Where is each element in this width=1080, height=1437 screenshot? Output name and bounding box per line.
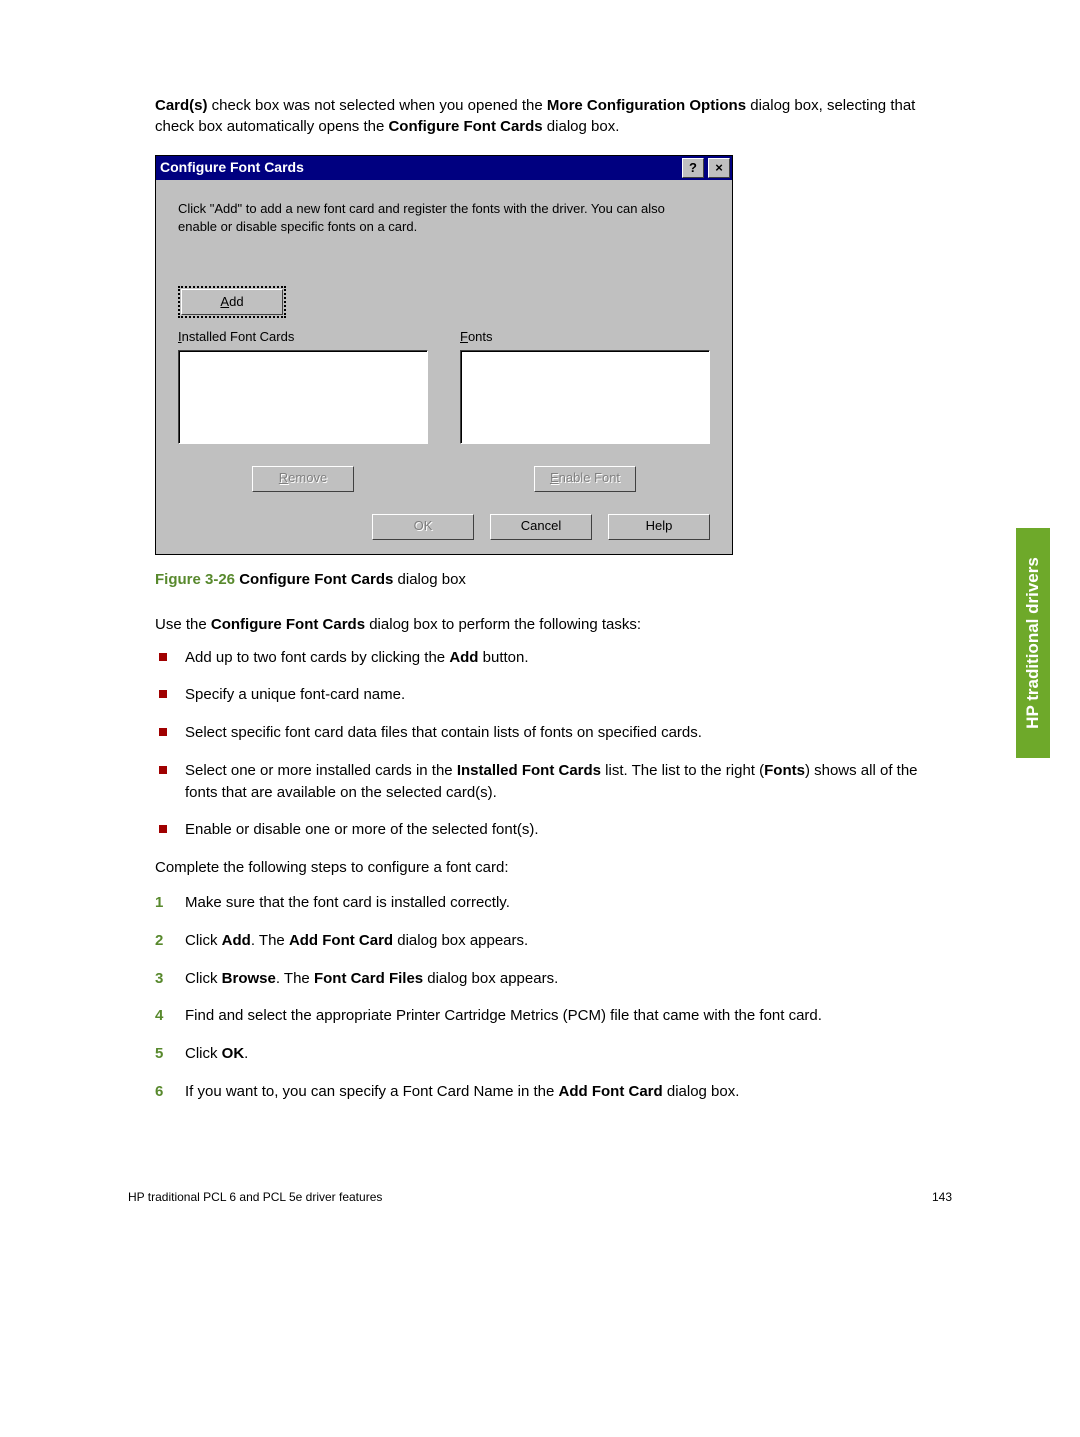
ok-button-label: OK <box>414 517 433 535</box>
titlebar-help-button[interactable]: ? <box>682 158 704 178</box>
bullet-text: Select one or more installed cards in th… <box>185 762 457 779</box>
bullet-bold: Installed Font Cards <box>457 762 601 779</box>
chapter-side-tab: HP traditional drivers <box>1016 528 1050 758</box>
step-text: Make sure that the font card is installe… <box>185 894 510 911</box>
step-text: Find and select the appropriate Printer … <box>185 1007 822 1024</box>
fonts-listbox[interactable] <box>460 350 710 444</box>
figure-caption: Figure 3-26 Configure Font Cards dialog … <box>155 569 925 590</box>
question-icon: ? <box>689 159 697 177</box>
enable-font-button[interactable]: Enable Font <box>534 466 636 492</box>
dialog-description: Click "Add" to add a new font card and r… <box>178 200 698 236</box>
bullet-text: Select specific font card data files tha… <box>185 724 702 741</box>
help-button[interactable]: Help <box>608 514 710 540</box>
step-text: dialog box appears. <box>393 932 528 949</box>
list-item: Specify a unique font-card name. <box>155 684 925 706</box>
configure-font-cards-dialog: Configure Font Cards ? × Click "Add" to … <box>155 155 733 555</box>
step-text: dialog box appears. <box>423 970 558 987</box>
list-item: Select specific font card data files tha… <box>155 722 925 744</box>
steps-list: Make sure that the font card is installe… <box>155 892 925 1103</box>
figure-caption-rest: dialog box <box>393 571 466 588</box>
step-item: Find and select the appropriate Printer … <box>155 1005 925 1027</box>
tasks-lead-bold: Configure Font Cards <box>211 616 365 633</box>
step-text: . The <box>276 970 314 987</box>
side-tab-label: HP traditional drivers <box>1023 557 1043 729</box>
ok-button[interactable]: OK <box>372 514 474 540</box>
step-text: . The <box>251 932 289 949</box>
remove-button[interactable]: Remove <box>252 466 354 492</box>
step-item: Make sure that the font card is installe… <box>155 892 925 914</box>
enable-font-button-label: Enable Font <box>550 469 620 487</box>
step-text: dialog box. <box>663 1083 740 1100</box>
cancel-button[interactable]: Cancel <box>490 514 592 540</box>
titlebar-close-button[interactable]: × <box>708 158 730 178</box>
focus-ring: Add <box>178 286 286 318</box>
step-bold: Add Font Card <box>289 932 393 949</box>
figure-caption-bold: Configure Font Cards <box>239 571 393 588</box>
step-text: . <box>244 1045 248 1062</box>
bullet-text: button. <box>478 649 528 666</box>
installed-font-cards-label: Installed Font Cards <box>178 328 428 346</box>
cancel-button-label: Cancel <box>521 517 561 535</box>
list-item: Select one or more installed cards in th… <box>155 760 925 804</box>
step-text: Click <box>185 1045 222 1062</box>
step-item: Click Add. The Add Font Card dialog box … <box>155 930 925 952</box>
step-bold: Add Font Card <box>559 1083 663 1100</box>
dialog-title: Configure Font Cards <box>160 158 304 178</box>
bullet-text: Add up to two font cards by clicking the <box>185 649 449 666</box>
step-bold: Add <box>222 932 251 949</box>
installed-font-cards-listbox[interactable] <box>178 350 428 444</box>
step-item: If you want to, you can specify a Font C… <box>155 1081 925 1103</box>
step-text: Click <box>185 932 222 949</box>
intro-bold-3: Configure Font Cards <box>388 118 542 135</box>
intro-bold-1: Card(s) <box>155 97 208 114</box>
steps-lead: Complete the following steps to configur… <box>155 857 925 878</box>
step-item: Click Browse. The Font Card Files dialog… <box>155 968 925 990</box>
intro-text-3: dialog box. <box>543 118 620 135</box>
add-button-label: Add <box>220 293 243 311</box>
remove-button-label: Remove <box>279 469 327 487</box>
bullet-text: list. The list to the right ( <box>601 762 764 779</box>
list-item: Add up to two font cards by clicking the… <box>155 647 925 669</box>
add-button[interactable]: Add <box>181 289 283 315</box>
list-item: Enable or disable one or more of the sel… <box>155 819 925 841</box>
bullet-bold: Add <box>449 649 478 666</box>
step-bold: Browse <box>222 970 276 987</box>
intro-text-1: check box was not selected when you open… <box>208 97 547 114</box>
step-bold: Font Card Files <box>314 970 423 987</box>
tasks-lead: Use the Configure Font Cards dialog box … <box>155 614 925 635</box>
intro-paragraph: Card(s) check box was not selected when … <box>155 95 925 137</box>
fonts-label: Fonts <box>460 328 710 346</box>
close-icon: × <box>715 159 723 177</box>
tasks-list: Add up to two font cards by clicking the… <box>155 647 925 842</box>
tasks-lead-seg1: Use the <box>155 616 211 633</box>
intro-bold-2: More Configuration Options <box>547 97 746 114</box>
step-item: Click OK. <box>155 1043 925 1065</box>
dialog-titlebar: Configure Font Cards ? × <box>156 156 732 180</box>
bullet-text: Enable or disable one or more of the sel… <box>185 821 539 838</box>
figure-number: Figure 3-26 <box>155 571 239 588</box>
help-button-label: Help <box>646 517 673 535</box>
tasks-lead-seg3: dialog box to perform the following task… <box>365 616 641 633</box>
bullet-bold: Fonts <box>764 762 805 779</box>
footer-page-number: 143 <box>932 1190 952 1204</box>
step-text: If you want to, you can specify a Font C… <box>185 1083 559 1100</box>
footer-section-title: HP traditional PCL 6 and PCL 5e driver f… <box>128 1190 382 1204</box>
step-text: Click <box>185 970 222 987</box>
step-bold: OK <box>222 1045 245 1062</box>
bullet-text: Specify a unique font-card name. <box>185 686 405 703</box>
